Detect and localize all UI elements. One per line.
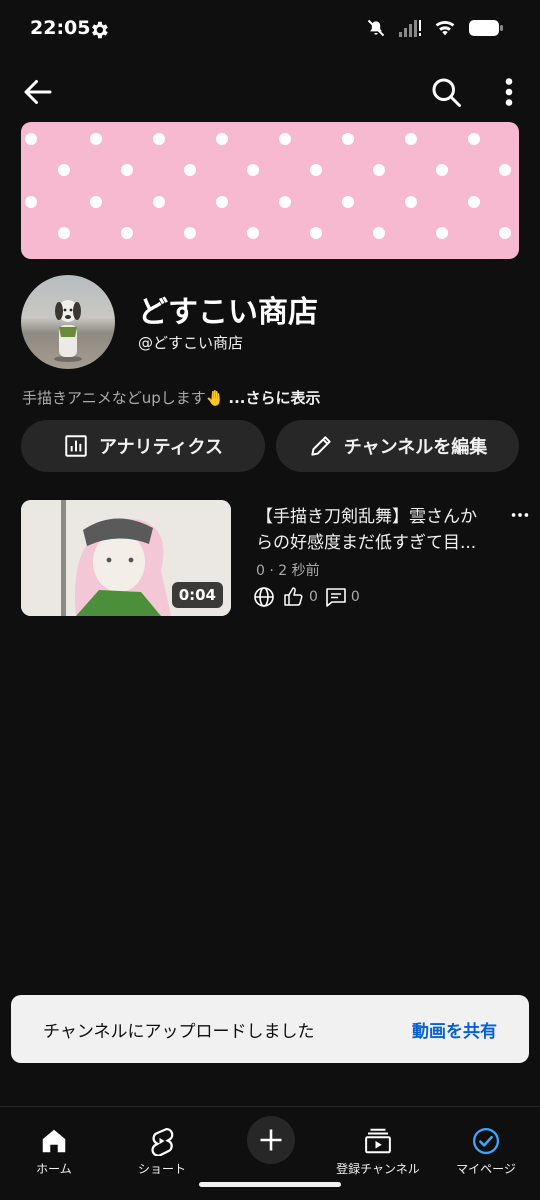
comments-count: 0 <box>350 589 360 605</box>
analytics-label: アナリティクス <box>98 437 224 458</box>
analytics-button[interactable]: アナリティクス <box>21 420 265 472</box>
analytics-icon <box>65 435 87 457</box>
comment-icon <box>326 588 346 607</box>
pencil-icon <box>311 436 331 456</box>
upload-snackbar: チャンネルにアップロードしました 動画を共有 <box>11 995 529 1063</box>
polka-dot-pattern <box>25 133 511 239</box>
likes-count: 0 <box>309 589 318 605</box>
likes-stat: 0 <box>282 585 318 609</box>
show-more-link[interactable]: ...さらに表示 <box>228 389 320 407</box>
status-bar: 22:05 <box>0 0 540 60</box>
nav-shorts-label: ショート <box>137 1162 186 1176</box>
channel-name: どすこい商店 <box>138 295 318 330</box>
create-button[interactable] <box>247 1116 295 1164</box>
nav-home[interactable]: ホーム <box>0 1107 108 1177</box>
home-indicator[interactable] <box>199 1182 341 1187</box>
subscriptions-icon <box>365 1128 391 1154</box>
thumbs-up-icon <box>284 587 303 606</box>
comments-stat: 0 <box>324 585 360 609</box>
channel-avatar[interactable] <box>21 275 115 369</box>
avatar-dog-figure <box>54 300 82 362</box>
video-meta: 0 · 2 秒前 <box>256 563 320 579</box>
battery-icon <box>469 20 503 36</box>
video-duration: 0:04 <box>171 582 223 608</box>
mute-icon <box>367 19 385 37</box>
edit-channel-button[interactable]: チャンネルを編集 <box>276 420 519 472</box>
shorts-icon <box>151 1128 174 1156</box>
video-thumbnail[interactable]: 0:04 <box>21 500 231 616</box>
channel-description[interactable]: 手描きアニメなどupします🤚 ...さらに表示 <box>22 387 321 408</box>
signal-icon <box>399 20 421 37</box>
you-icon <box>473 1128 499 1154</box>
share-video-button[interactable]: 動画を共有 <box>412 1017 497 1042</box>
nav-mypage[interactable]: マイページ <box>432 1107 540 1177</box>
plus-icon <box>260 1129 282 1151</box>
edit-channel-label: チャンネルを編集 <box>343 437 488 458</box>
back-arrow-icon[interactable] <box>20 74 56 110</box>
nav-subscriptions[interactable]: 登録チャンネル <box>324 1107 432 1177</box>
channel-handle: @どすこい商店 <box>138 334 244 352</box>
description-text: 手描きアニメなどupします🤚 <box>22 389 225 407</box>
video-list-item[interactable]: 0:04 【手描き刀剣乱舞】雲さんからの好感度まだ低すぎて目... 0 · 2 … <box>21 500 540 618</box>
more-options-icon[interactable] <box>496 74 522 110</box>
top-app-bar <box>0 70 540 114</box>
video-stats: 0 0 <box>252 585 360 609</box>
public-globe-icon <box>254 587 274 607</box>
nav-subscriptions-label: 登録チャンネル <box>336 1162 420 1176</box>
nav-shorts[interactable]: ショート <box>108 1107 216 1177</box>
status-time: 22:05 <box>30 17 91 39</box>
channel-banner <box>21 122 519 259</box>
wifi-icon <box>435 20 455 36</box>
video-more-icon[interactable] <box>509 504 531 526</box>
settings-gear-icon <box>92 21 108 39</box>
search-icon[interactable] <box>428 74 464 110</box>
home-icon <box>42 1129 66 1153</box>
nav-mypage-label: マイページ <box>456 1162 516 1176</box>
video-title[interactable]: 【手描き刀剣乱舞】雲さんからの好感度まだ低すぎて目... <box>256 504 492 558</box>
snackbar-message: チャンネルにアップロードしました <box>43 1021 315 1042</box>
nav-home-label: ホーム <box>36 1162 72 1176</box>
